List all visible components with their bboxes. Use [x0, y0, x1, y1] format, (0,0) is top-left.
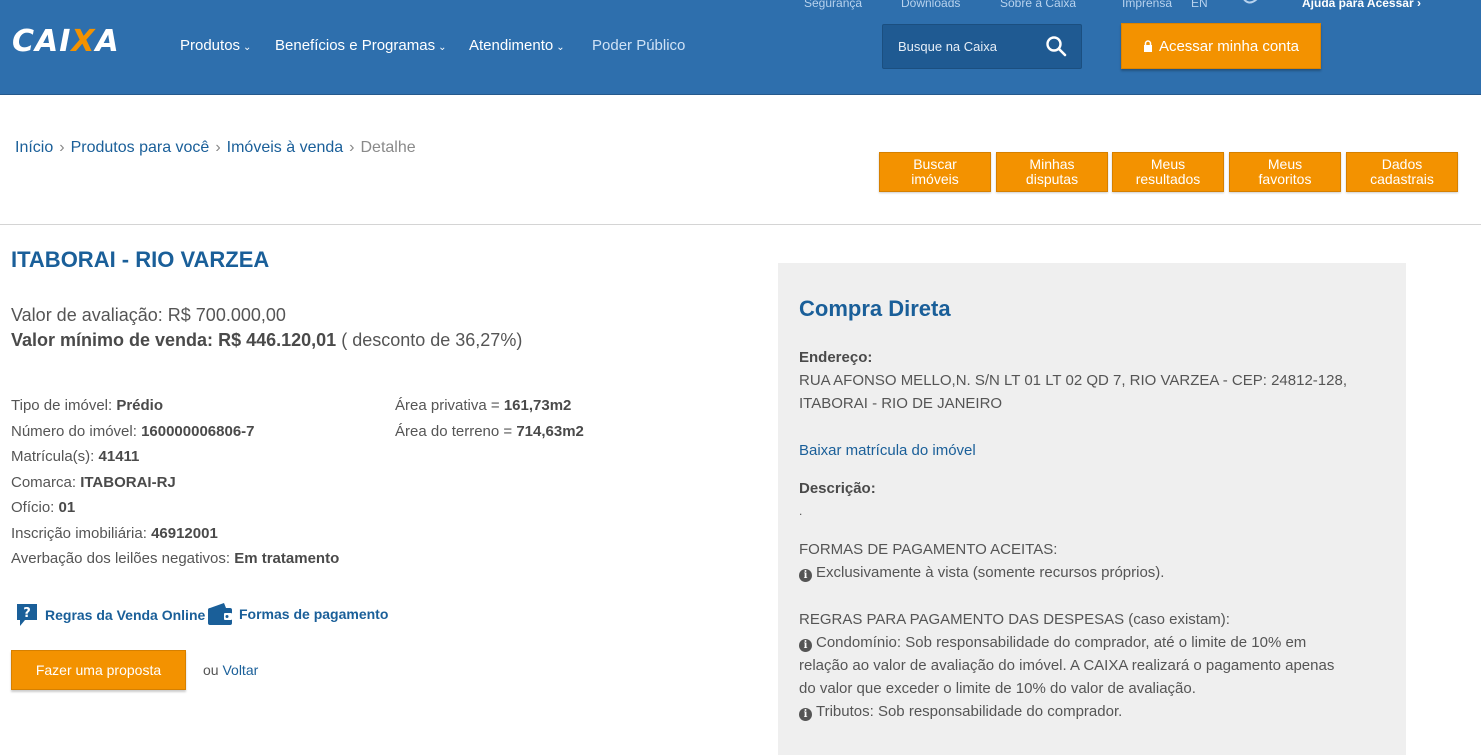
detail-area-terreno: Área do terreno = 714,63m2: [395, 422, 584, 440]
util-link-seguranca[interactable]: Segurança: [804, 0, 862, 10]
question-bubble-icon: ?: [17, 604, 37, 626]
formas-pagamento-section: FORMAS DE PAGAMENTO ACEITAS: i Exclusivam…: [799, 541, 1165, 582]
nav-atendimento[interactable]: Atendimento ⌄: [469, 37, 565, 54]
detail-tipo: Tipo de imóvel: Prédio: [11, 397, 164, 414]
nav-poder-publico[interactable]: Poder Público: [592, 37, 685, 54]
nav-produtos[interactable]: Produtos ⌄: [180, 37, 251, 54]
detail-area-privativa: Área privativa = 161,73m2: [395, 397, 572, 414]
detail-averbacao: Averbação dos leilões negativos: Em trat…: [11, 550, 340, 567]
detail-matricula: Matrícula(s): 41411: [11, 448, 140, 465]
tab-dados-cadastrais[interactable]: Dados cadastrais: [1346, 152, 1458, 192]
caixa-logo[interactable]: CAIXA: [12, 24, 120, 59]
baixar-matricula-link[interactable]: Baixar matrícula do imóvel: [799, 442, 976, 459]
regras-despesas-section: REGRAS PARA PAGAMENTO DAS DESPESAS (caso…: [799, 611, 1335, 721]
valor-avaliacao: Valor de avaliação: R$ 700.000,00: [11, 305, 286, 325]
voltar-area: ou Voltar: [203, 662, 259, 678]
valor-minimo: Valor mínimo de venda: R$ 446.120,01 ( d…: [11, 330, 523, 350]
descricao-value: .: [799, 504, 803, 518]
fazer-proposta-button[interactable]: Fazer uma proposta: [11, 650, 186, 690]
util-link-sobre[interactable]: Sobre a Caixa: [1000, 0, 1076, 10]
info-icon: i: [799, 569, 812, 582]
search-icon[interactable]: [1045, 35, 1067, 57]
descricao-label: Descrição:: [799, 480, 876, 497]
tab-meus-resultados[interactable]: Meus resultados: [1112, 152, 1224, 192]
wallet-icon: [208, 603, 232, 625]
search-box: [882, 24, 1082, 69]
detail-numero: Número do imóvel: 160000006806-7: [11, 422, 255, 440]
chevron-down-icon: ⌄: [556, 42, 565, 53]
property-details-right: Área privativa = 161,73m2 Área do terren…: [395, 397, 584, 448]
chevron-down-icon: ⌄: [243, 42, 252, 53]
desconto: ( desconto de 36,27%): [341, 330, 523, 350]
util-link-ajuda[interactable]: Ajuda para Acessar ›: [1302, 0, 1421, 10]
breadcrumb-imoveis[interactable]: Imóveis à venda: [227, 139, 344, 156]
breadcrumb-current: Detalhe: [360, 139, 416, 156]
info-icon: i: [799, 639, 812, 652]
svg-text:?: ?: [23, 606, 31, 621]
utility-links: Segurança Downloads Sobre a Caixa Impren…: [0, 0, 1481, 10]
tab-buscar-imoveis[interactable]: Buscar imóveis: [879, 152, 991, 192]
lock-icon: [1143, 40, 1152, 52]
endereco-value: RUA AFONSO MELLO,N. S/N LT 01 LT 02 QD 7…: [799, 372, 1347, 412]
breadcrumb: Início › Produtos para você › Imóveis à vend…: [15, 139, 416, 156]
util-link-imprensa[interactable]: Imprensa: [1122, 0, 1172, 10]
util-link-downloads[interactable]: Downloads: [901, 0, 960, 10]
section-divider: [0, 224, 1481, 225]
compra-direta-panel: Compra Direta Endereço: RUA AFONSO MELLO…: [778, 263, 1406, 755]
detail-oficio: Ofício: 01: [11, 499, 76, 516]
site-header: Segurança Downloads Sobre a Caixa Impren…: [0, 0, 1481, 95]
breadcrumb-produtos[interactable]: Produtos para você: [71, 139, 210, 156]
formas-pagamento-link[interactable]: Formas de pagamento: [207, 602, 388, 626]
breadcrumb-inicio[interactable]: Início: [15, 139, 53, 156]
regras-venda-link[interactable]: ? Regras da Venda Online: [15, 602, 205, 628]
chevron-down-icon: ⌄: [438, 42, 447, 53]
nav-beneficios[interactable]: Benefícios e Programas ⌄: [275, 37, 446, 54]
property-title: ITABORAI - RIO VARZEA: [11, 247, 270, 272]
info-icon: i: [799, 708, 812, 721]
panel-title: Compra Direta: [799, 296, 951, 321]
voltar-link[interactable]: Voltar: [222, 662, 258, 678]
accessibility-hands-icon[interactable]: [1240, 0, 1260, 8]
tab-meus-favoritos[interactable]: Meus favoritos: [1229, 152, 1341, 192]
detail-comarca: Comarca: ITABORAI-RJ: [11, 473, 176, 491]
login-button[interactable]: Acessar minha conta: [1121, 23, 1321, 69]
search-input[interactable]: [883, 25, 1033, 68]
endereco-label: Endereço:: [799, 349, 873, 366]
detail-inscricao: Inscrição imobiliária: 46912001: [11, 524, 218, 542]
tab-minhas-disputas[interactable]: Minhas disputas: [996, 152, 1108, 192]
property-details-left: Tipo de imóvel: Prédio Número do imóvel:…: [11, 397, 339, 576]
util-link-language[interactable]: EN: [1191, 0, 1208, 10]
